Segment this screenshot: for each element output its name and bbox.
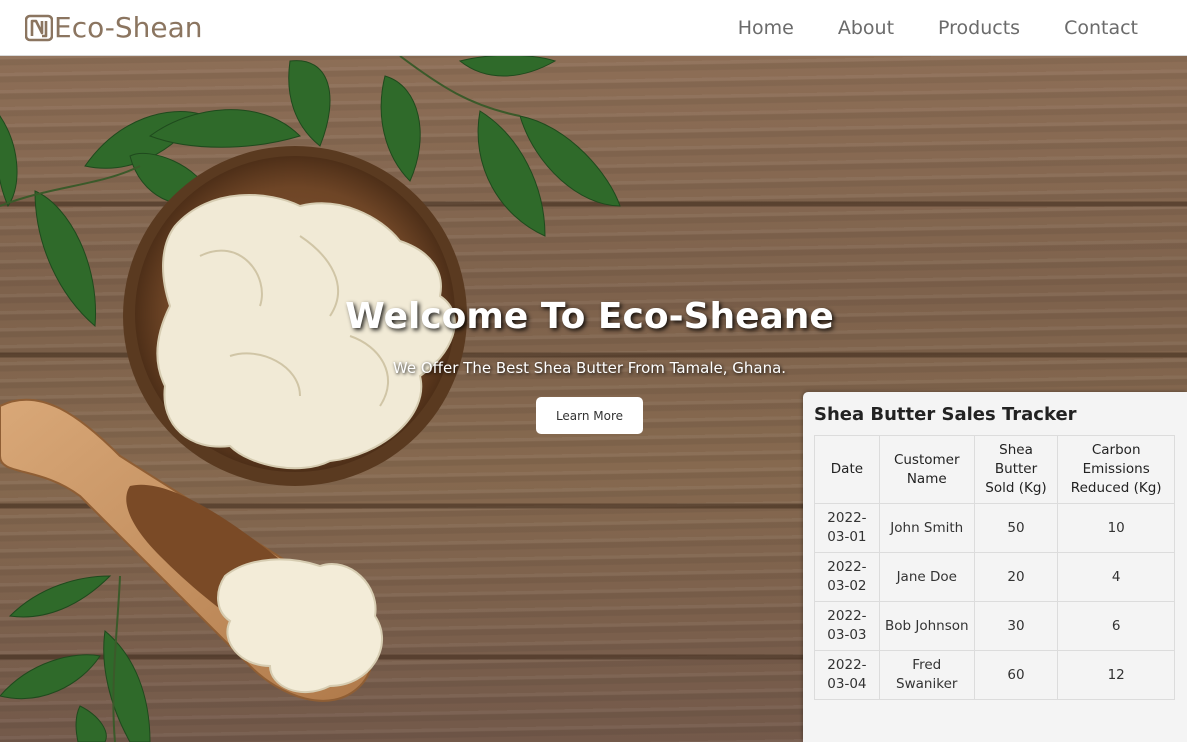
cell-customer: Fred Swaniker (878, 650, 975, 700)
cell-carbon: 4 (1057, 552, 1175, 602)
cell-carbon: 12 (1057, 650, 1175, 700)
cell-sold: 50 (973, 503, 1059, 553)
column-header-customer: Customer Name (878, 435, 975, 504)
nav-home[interactable]: Home (738, 17, 794, 39)
cell-customer: John Smith (878, 503, 975, 553)
sales-table: Date Customer Name Shea Butter Sold (Kg)… (814, 435, 1175, 700)
table-header-row: Date Customer Name Shea Butter Sold (Kg)… (814, 435, 1175, 504)
learn-more-button[interactable]: Learn More (536, 397, 643, 434)
cell-customer: Jane Doe (878, 552, 975, 602)
column-header-sold: Shea Butter Sold (Kg) (973, 435, 1059, 504)
brand-name: Eco-Shean (54, 10, 203, 44)
tracker-title: Shea Butter Sales Tracker (814, 404, 1077, 425)
nav-about[interactable]: About (838, 17, 894, 39)
leaves-bottom (0, 575, 151, 742)
hero-title: Welcome To Eco-Sheane (345, 296, 834, 337)
nav-contact[interactable]: Contact (1064, 17, 1138, 39)
table-row: 2022-03-02 Jane Doe 20 4 (814, 552, 1175, 602)
column-header-date: Date (814, 435, 880, 504)
table-row: 2022-03-04 Fred Swaniker 60 12 (814, 650, 1175, 700)
cell-carbon: 10 (1057, 503, 1175, 553)
brand[interactable]: Eco-Shean (25, 10, 203, 44)
cell-sold: 60 (973, 650, 1059, 700)
main-nav: Home About Products Contact (738, 17, 1138, 39)
cell-sold: 30 (973, 601, 1059, 651)
cell-sold: 20 (973, 552, 1059, 602)
cell-date: 2022-03-02 (814, 552, 880, 602)
cell-date: 2022-03-04 (814, 650, 880, 700)
table-row: 2022-03-01 John Smith 50 10 (814, 503, 1175, 553)
hero-subtitle: We Offer The Best Shea Butter From Tamal… (392, 359, 787, 377)
sales-tracker-panel: Shea Butter Sales Tracker Date Customer … (803, 392, 1187, 742)
cell-carbon: 6 (1057, 601, 1175, 651)
nav-products[interactable]: Products (938, 17, 1020, 39)
column-header-carbon: Carbon Emissions Reduced (Kg) (1057, 435, 1175, 504)
site-header: Eco-Shean Home About Products Contact (0, 0, 1187, 56)
cell-date: 2022-03-03 (814, 601, 880, 651)
cell-customer: Bob Johnson (878, 601, 975, 651)
eco-shean-logo-icon (25, 14, 53, 41)
table-row: 2022-03-03 Bob Johnson 30 6 (814, 601, 1175, 651)
cell-date: 2022-03-01 (814, 503, 880, 553)
